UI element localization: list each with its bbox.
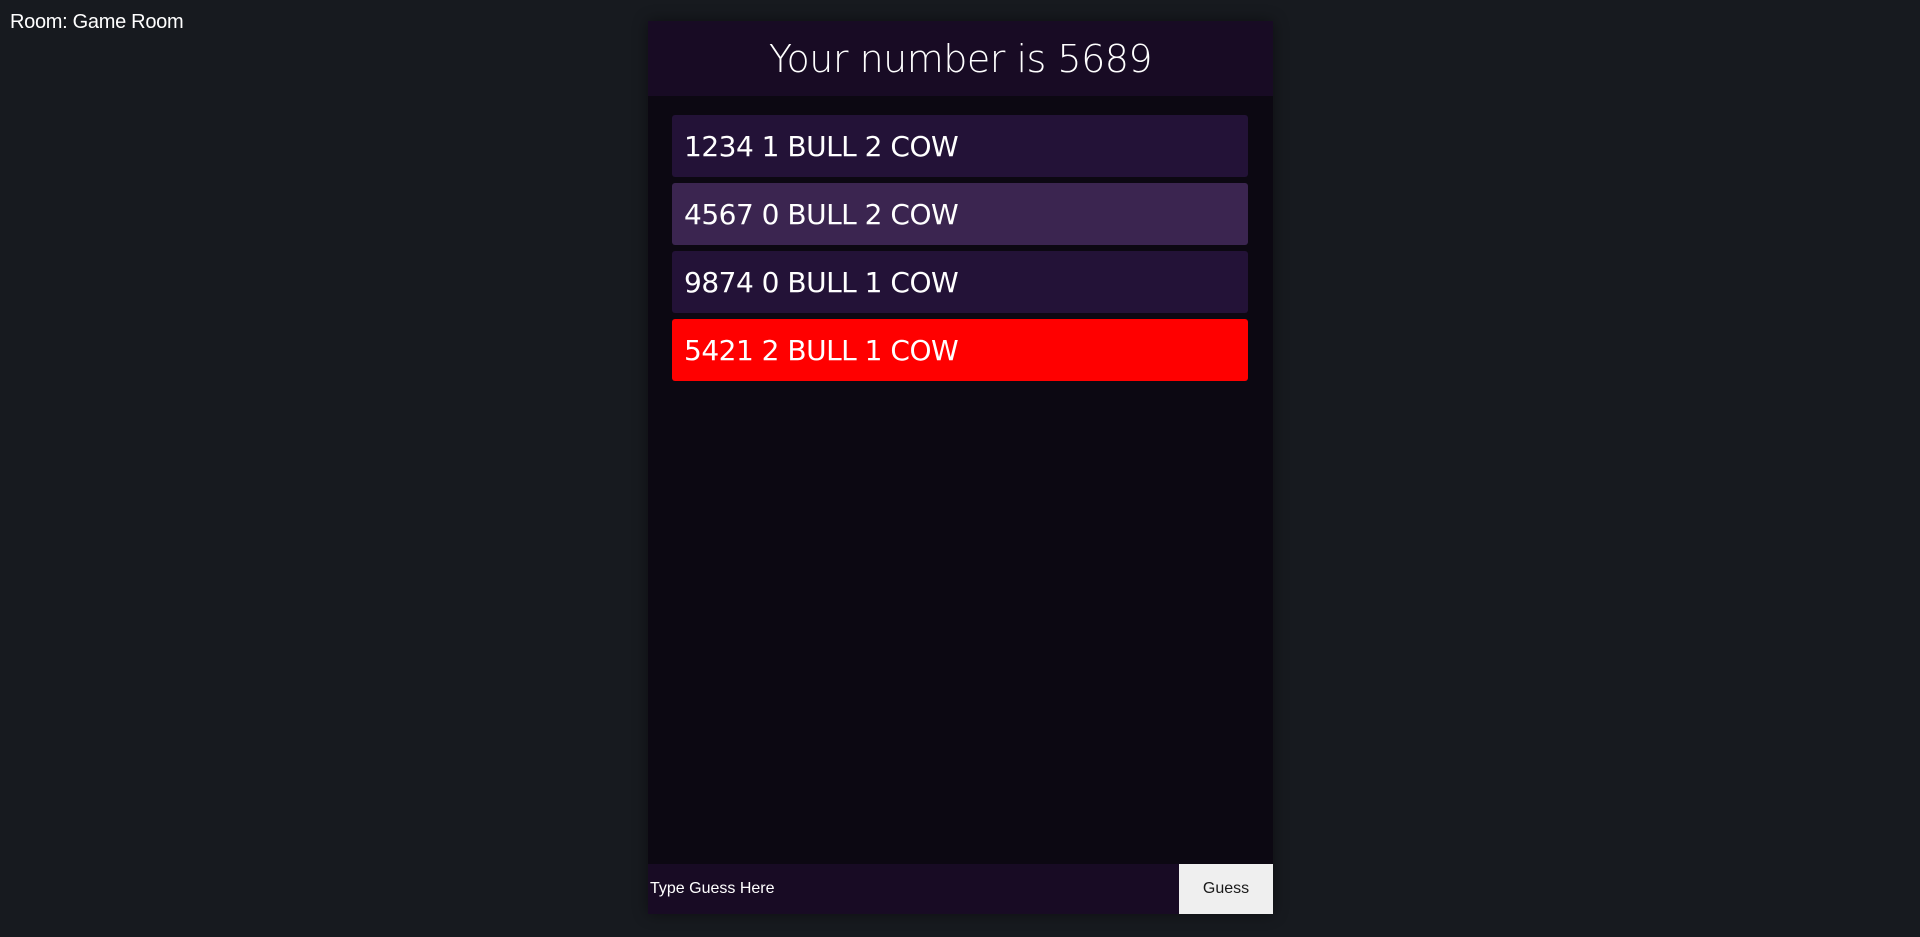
guess-button[interactable]: Guess xyxy=(1179,864,1273,914)
panel-header: Your number is 5689 xyxy=(648,21,1273,96)
guess-form: Guess xyxy=(648,864,1273,914)
guess-item: 4567 0 BULL 2 COW xyxy=(672,183,1248,245)
guess-item: 9874 0 BULL 1 COW xyxy=(672,251,1248,313)
secret-number-title: Your number is 5689 xyxy=(768,36,1153,81)
guess-item: 1234 1 BULL 2 COW xyxy=(672,115,1248,177)
guess-input[interactable] xyxy=(648,864,1179,914)
game-panel: Your number is 5689 1234 1 BULL 2 COW 45… xyxy=(648,21,1273,914)
guess-item: 5421 2 BULL 1 COW xyxy=(672,319,1248,381)
guess-history-list: 1234 1 BULL 2 COW 4567 0 BULL 2 COW 9874… xyxy=(672,115,1248,387)
room-label: Room: Game Room xyxy=(10,11,184,33)
